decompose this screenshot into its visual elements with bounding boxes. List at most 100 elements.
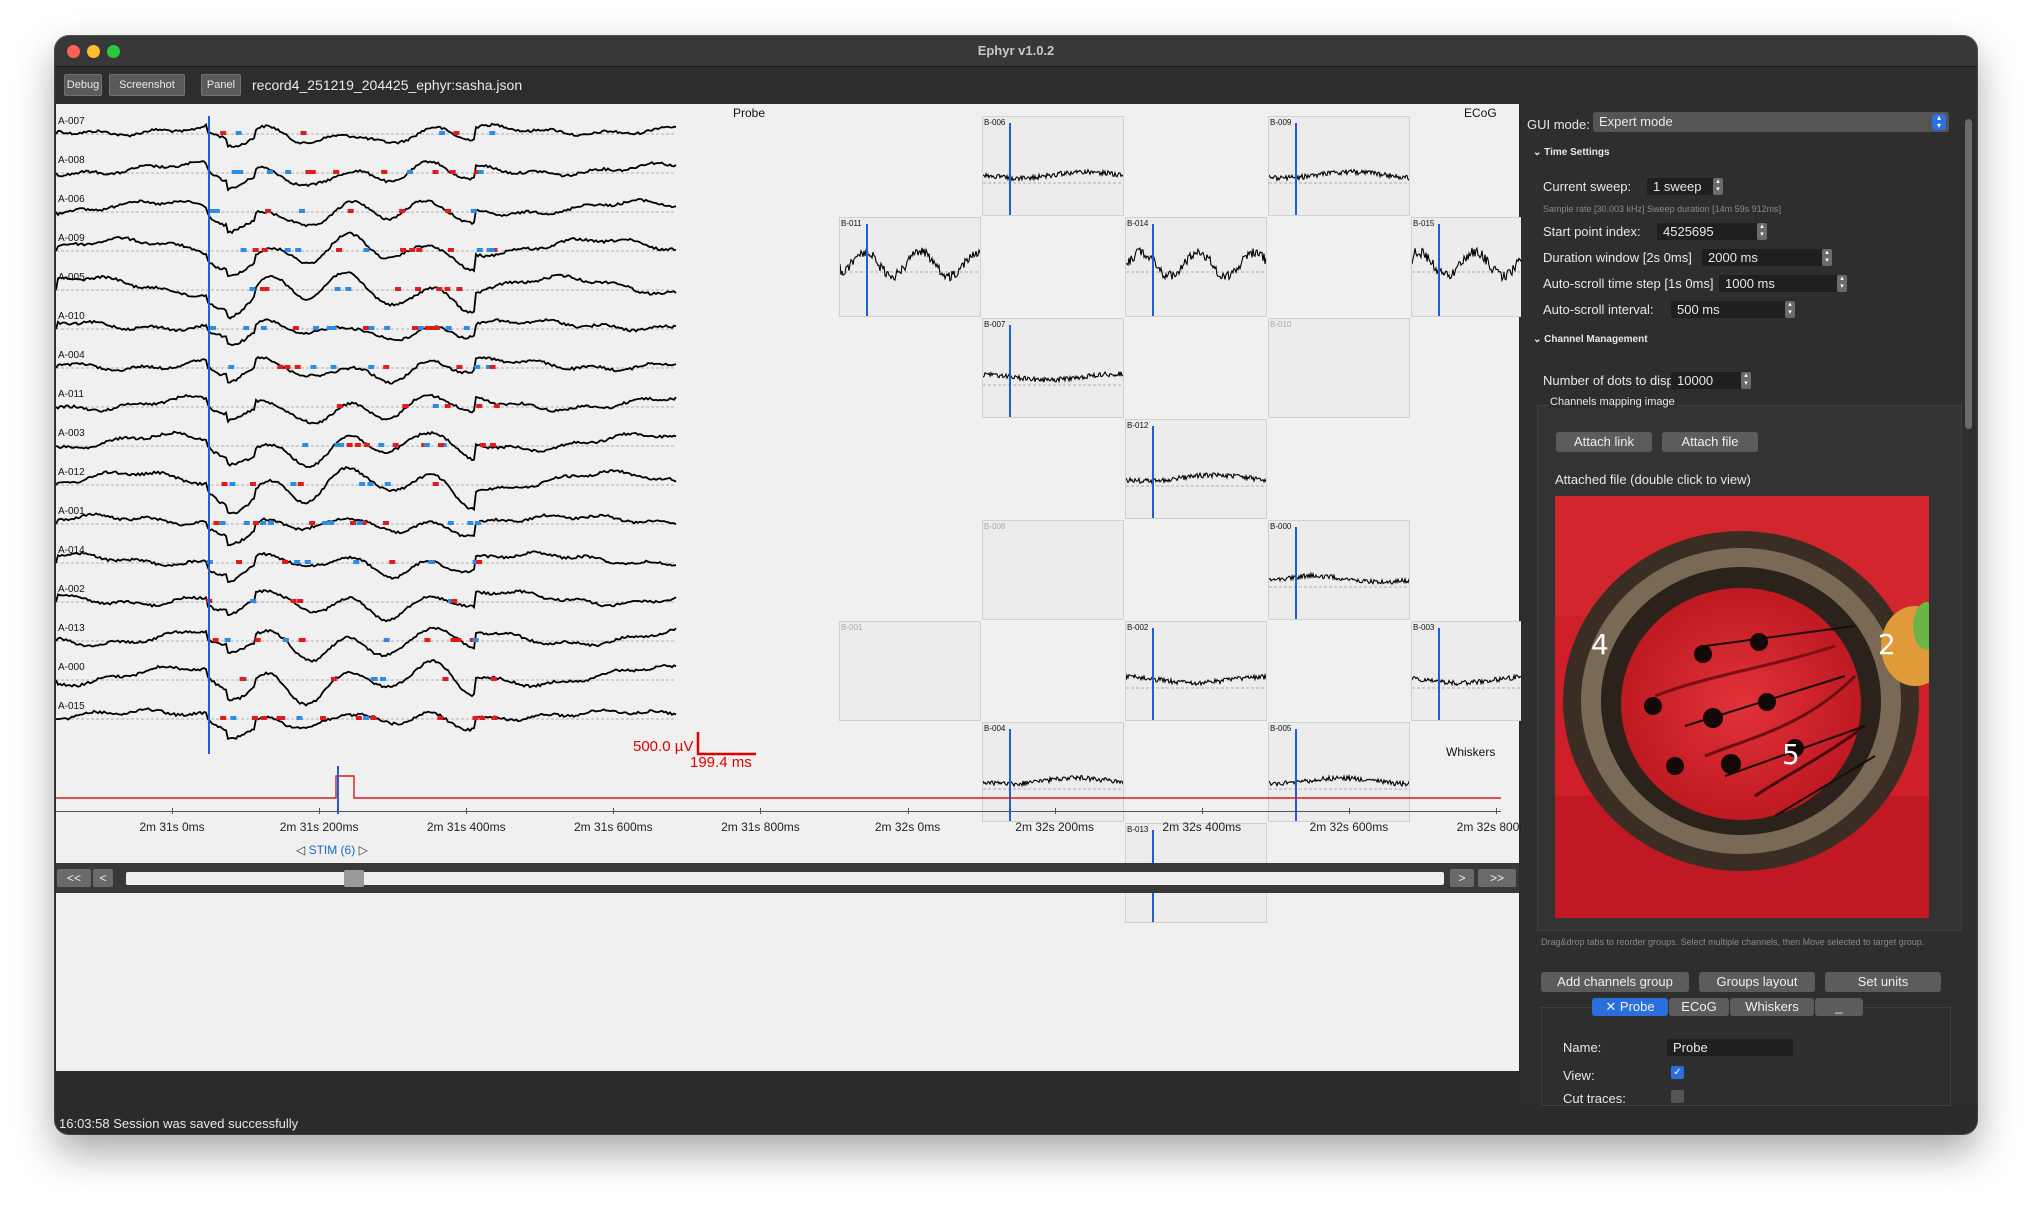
app-window: Ephyr v1.0.2 Debug Screenshot Panel reco… [55, 36, 1977, 1134]
close-tab-icon[interactable]: ✕ [1605, 999, 1620, 1014]
whiskers-signal [56, 775, 1501, 799]
spin-arrows-icon: ▴ ▾ [1713, 178, 1723, 195]
time-tick-mark [1348, 808, 1350, 814]
tab-extra[interactable]: _ [1815, 998, 1863, 1016]
stim-label[interactable]: STIM (6) [309, 843, 356, 857]
gui-mode-value: Expert mode [1599, 114, 1673, 129]
time-tick-mark [1496, 808, 1497, 814]
dots-spinbox[interactable]: 10000 ▴ ▾ [1671, 372, 1751, 389]
toolbar: Debug Screenshot Panel record4_251219_20… [55, 67, 1977, 103]
groups-layout-button[interactable]: Groups layout [1699, 972, 1815, 992]
scroll-first-button[interactable]: << [57, 869, 91, 887]
scroll-next-button[interactable]: > [1450, 869, 1474, 887]
spin-arrows-icon: ▴ ▾ [1822, 249, 1832, 266]
ecog-trace [1126, 471, 1266, 485]
group-name-label: Name: [1563, 1040, 1602, 1055]
ecog-trace [1126, 246, 1266, 281]
add-channels-group-button[interactable]: Add channels group [1541, 972, 1689, 992]
group-name-input[interactable]: Probe [1667, 1039, 1793, 1056]
set-units-button[interactable]: Set units [1825, 972, 1941, 992]
stim-next-icon[interactable]: ▷ [355, 843, 368, 857]
scrollbar-thumb[interactable] [344, 870, 364, 887]
view-checkbox[interactable]: ✓ [1671, 1066, 1684, 1079]
ecog-cell[interactable]: B-009 [1268, 116, 1410, 216]
ecog-cell[interactable]: B-012 [1125, 419, 1267, 519]
channel-management-header[interactable]: ⌄ Channel Management [1533, 334, 1648, 345]
electrode-mapping-photo[interactable]: 4 2 5 [1555, 496, 1929, 918]
tab-whiskers[interactable]: Whiskers [1730, 998, 1814, 1016]
ecog-cell[interactable]: B-011 [839, 217, 981, 317]
scroll-bar-area: << < > >> [56, 863, 1519, 893]
photo-number-4: 4 [1591, 628, 1609, 661]
ecog-cell[interactable]: B-014 [1125, 217, 1267, 317]
sample-info: Sample rate [30.003 kHz] Sweep duration … [1543, 204, 1782, 214]
time-settings-header[interactable]: ⌄ Time Settings [1533, 147, 1610, 158]
start-point-spinbox[interactable]: 4525695 ▴ ▾ [1657, 223, 1767, 240]
time-scrollbar[interactable] [126, 870, 1444, 887]
ecog-cell[interactable]: B-007 [982, 318, 1124, 418]
start-point-label: Start point index: [1543, 224, 1641, 239]
time-tick-label: 2m 31s 600ms [573, 820, 653, 834]
time-tick-label: 2m 32s 600ms [1309, 820, 1389, 834]
ecog-trace [1269, 168, 1409, 182]
ecog-trace [983, 371, 1123, 384]
view-label: View: [1563, 1068, 1595, 1083]
ecog-trace [983, 168, 1123, 182]
spin-arrows-icon: ▴ ▾ [1741, 372, 1751, 389]
ecog-trace [840, 246, 980, 282]
scroll-last-button[interactable]: >> [1478, 869, 1516, 887]
status-message: 16:03:58 Session was saved successfully [59, 1116, 299, 1131]
photo-number-2: 2 [1878, 628, 1896, 661]
time-tick-label: 2m 31s 0ms [139, 820, 205, 834]
gui-mode-select[interactable]: Expert mode ▴ ▾ [1593, 112, 1949, 132]
time-settings-title: Time Settings [1544, 147, 1610, 158]
ecog-trace [1269, 571, 1409, 585]
ecog-cell[interactable]: B-010 [1268, 318, 1410, 418]
window-title: Ephyr v1.0.2 [977, 43, 1055, 58]
stim-navigator: ◁ STIM (6) ▷ [296, 843, 368, 857]
cut-traces-checkbox[interactable] [1671, 1090, 1684, 1103]
current-sweep-spinbox[interactable]: 1 sweep ▴ ▾ [1647, 178, 1723, 195]
scroll-prev-button[interactable]: < [93, 869, 113, 887]
time-tick-label: 2m 32s 400ms [1162, 820, 1242, 834]
attach-file-button[interactable]: Attach file [1662, 432, 1758, 452]
debug-button[interactable]: Debug [64, 74, 102, 96]
ecog-cell[interactable]: B-001 [839, 621, 981, 721]
time-axis-line [56, 811, 1501, 812]
tab-ecog[interactable]: ECoG [1669, 998, 1729, 1016]
ecog-cell[interactable]: B-002 [1125, 621, 1267, 721]
mapping-image-group: Channels mapping image Attach link Attac… [1537, 396, 1962, 931]
time-tick-mark [1054, 808, 1056, 814]
duration-window-spinbox[interactable]: 2000 ms ▴ ▾ [1702, 249, 1832, 266]
autoscroll-step-label: Auto-scroll time step [1s 0ms] [1543, 276, 1714, 291]
autoscroll-step-spinbox[interactable]: 1000 ms ▴ ▾ [1719, 275, 1847, 292]
plot-area[interactable]: Probe ECoG Whiskers A-007 A-008 A-006 A-009… [56, 104, 1553, 1071]
whiskers-trace [56, 766, 1501, 814]
photo-number-5: 5 [1782, 738, 1800, 771]
tab-probe[interactable]: ✕ Probe [1592, 998, 1668, 1016]
ecog-cell[interactable]: B-008 [982, 520, 1124, 620]
ecog-cell[interactable]: B-006 [982, 116, 1124, 216]
ecog-title: ECoG [1464, 106, 1497, 120]
time-tick-label: 2m 31s 400ms [426, 820, 506, 834]
time-tick-mark [319, 808, 321, 814]
spin-arrows-icon: ▴ ▾ [1757, 223, 1767, 240]
spin-arrows-icon: ▴ ▾ [1785, 301, 1795, 318]
panel-scrollbar[interactable] [1965, 119, 1972, 429]
attach-link-button[interactable]: Attach link [1556, 432, 1652, 452]
ecog-trace [1126, 672, 1266, 687]
attached-file-label: Attached file (double click to view) [1555, 472, 1751, 487]
chevron-down-icon: ⌄ [1533, 334, 1545, 345]
groups-hint: Drag&drop tabs to reorder groups. Select… [1541, 937, 1925, 947]
time-tick-mark [613, 808, 615, 814]
mapping-image-title: Channels mapping image [1548, 396, 1677, 408]
ecog-cell[interactable]: B-000 [1268, 520, 1410, 620]
current-sweep-label: Current sweep: [1543, 179, 1632, 194]
stim-prev-icon[interactable]: ◁ [296, 843, 309, 857]
time-tick-mark [1201, 808, 1203, 814]
chevron-down-icon: ⌄ [1533, 147, 1545, 158]
select-arrows-icon: ▴ ▾ [1932, 114, 1946, 130]
panel-button[interactable]: Panel [201, 74, 241, 96]
screenshot-button[interactable]: Screenshot [109, 74, 185, 96]
autoscroll-interval-spinbox[interactable]: 500 ms ▴ ▾ [1671, 301, 1795, 318]
